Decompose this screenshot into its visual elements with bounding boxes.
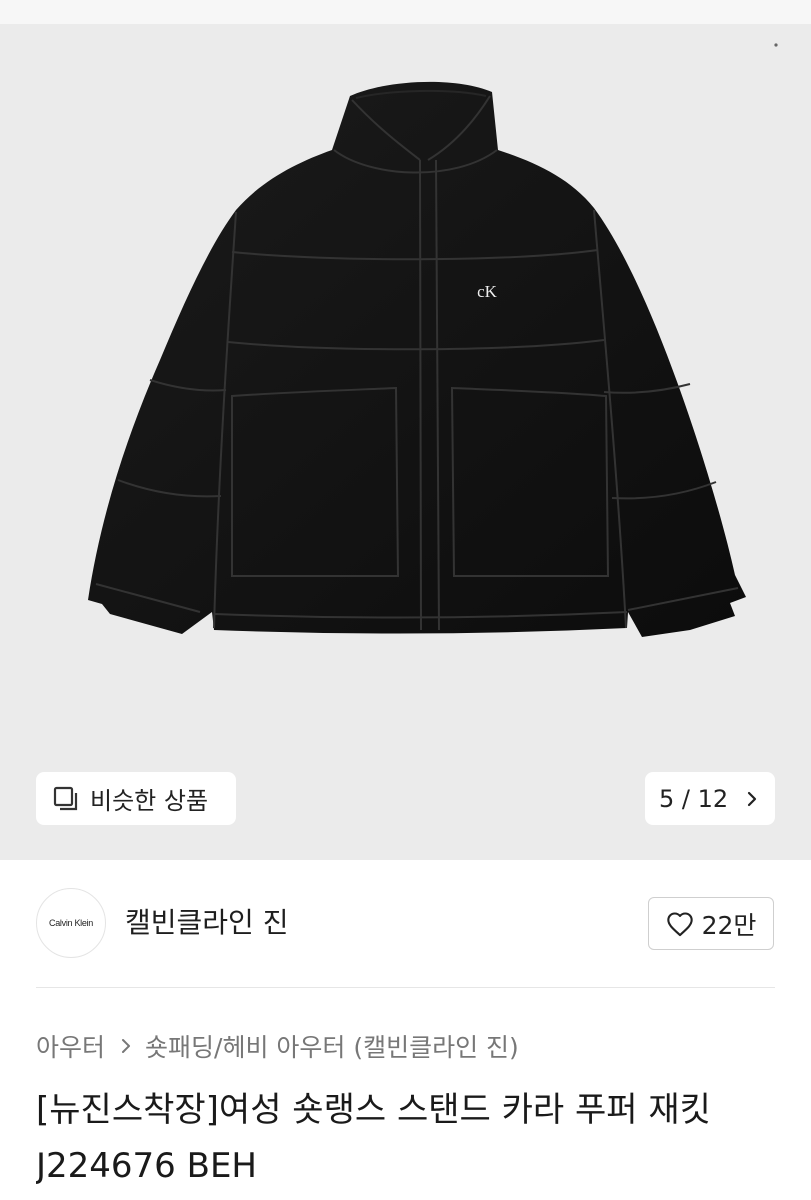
- image-counter-label: 5 / 12: [659, 784, 729, 813]
- image-speck: [774, 43, 778, 47]
- product-photo: cK: [88, 43, 778, 638]
- chevron-right-icon: [745, 790, 759, 808]
- heart-outline-icon: [666, 911, 694, 937]
- brand-logo[interactable]: Calvin Klein: [36, 888, 106, 958]
- breadcrumb: 아우터 숏패딩/헤비 아우터 (캘빈클라인 진): [36, 1026, 776, 1066]
- like-count: 22만: [701, 910, 757, 940]
- image-counter-button[interactable]: 5 / 12: [645, 772, 775, 825]
- brand-logo-text: Calvin Klein: [49, 918, 93, 928]
- breadcrumb-item-subcategory[interactable]: 숏패딩/헤비 아우터 (캘빈클라인 진): [145, 1028, 519, 1064]
- similar-items-icon: [52, 785, 80, 813]
- similar-products-label: 비슷한 상품: [90, 787, 209, 815]
- zipper-line: [419, 159, 422, 631]
- jacket-silhouette: [88, 81, 746, 638]
- section-divider: [36, 987, 775, 988]
- product-image-gallery[interactable]: cK 비슷한 상품 5 / 12: [0, 0, 811, 860]
- ck-logo: cK: [477, 282, 498, 301]
- chevron-right-icon: [119, 1037, 133, 1055]
- jacket-illustration: cK: [88, 81, 746, 638]
- breadcrumb-item-category[interactable]: 아우터: [36, 1028, 105, 1064]
- similar-products-button[interactable]: 비슷한 상품: [36, 772, 236, 825]
- brand-name[interactable]: 캘빈클라인 진: [125, 902, 288, 944]
- product-title: [뉴진스착장]여성 숏랭스 스탠드 카라 푸퍼 재킷 J224676 BEH: [36, 1090, 711, 1186]
- brand-like-button[interactable]: 22만: [648, 897, 774, 950]
